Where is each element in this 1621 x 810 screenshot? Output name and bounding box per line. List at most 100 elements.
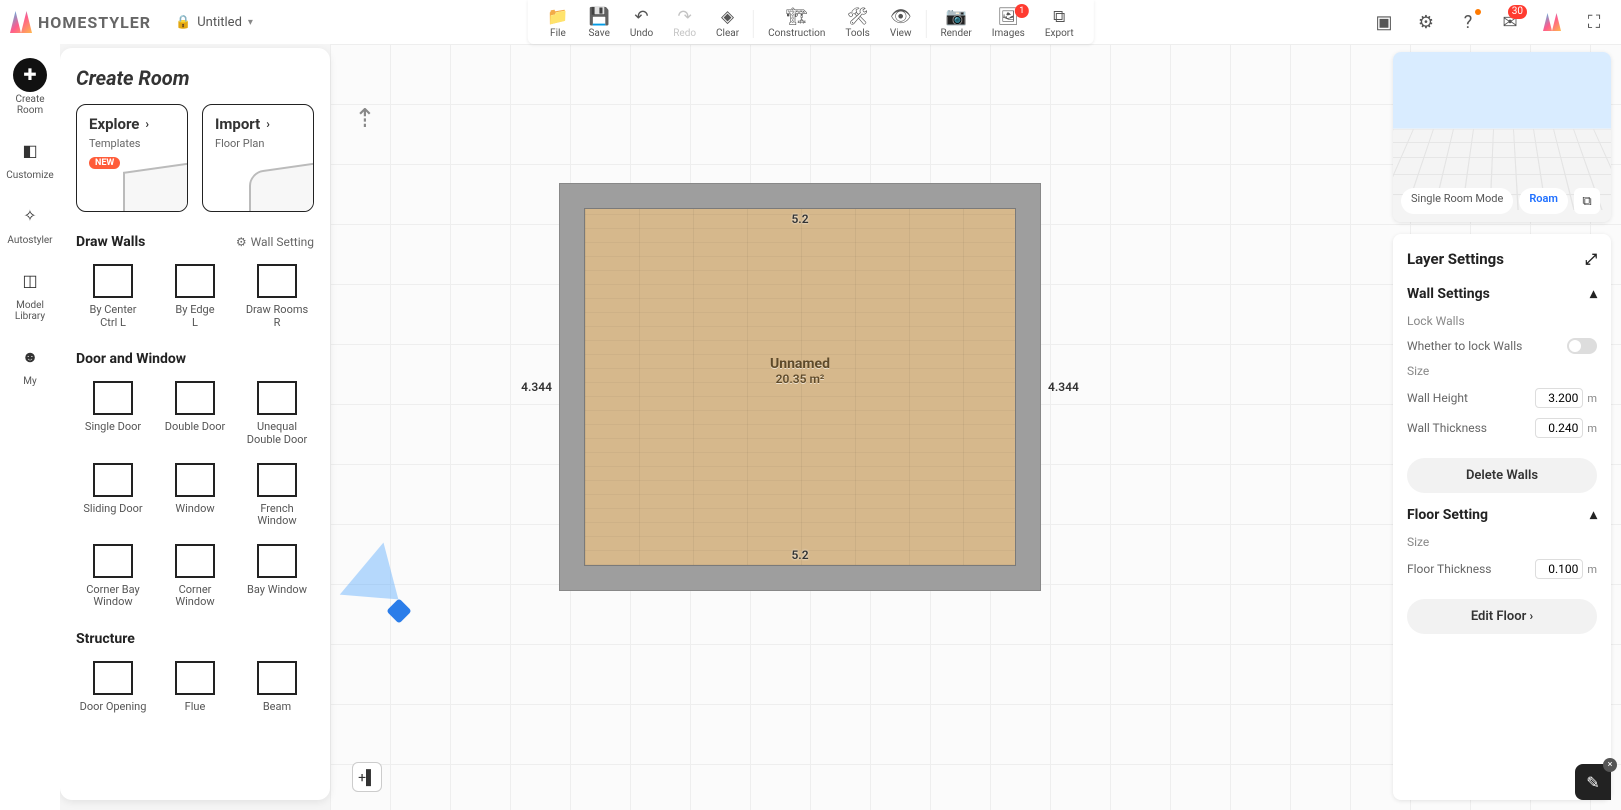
wall-tool-by-center[interactable]: By CenterCtrl L	[76, 260, 150, 333]
wall-thickness-input[interactable]	[1535, 418, 1583, 438]
door-tool-double-door[interactable]: Double Door	[158, 377, 232, 450]
badge: 1	[1015, 4, 1029, 18]
tool-save[interactable]: 💾Save	[578, 4, 619, 44]
chevron-right-icon: ›	[266, 117, 270, 131]
tool-shape-icon	[93, 544, 133, 578]
create-room-panel: Create Room Explore› Templates NEW Impor…	[60, 48, 330, 800]
wall-tool-draw-rooms[interactable]: Draw RoomsR	[240, 260, 314, 333]
lock-walls-toggle[interactable]	[1567, 338, 1597, 354]
chevron-right-icon: ›	[1530, 609, 1534, 623]
explore-templates-card[interactable]: Explore› Templates NEW	[76, 104, 188, 212]
door-tool-bay-window[interactable]: Bay Window	[240, 540, 314, 613]
door-tool-window[interactable]: Window	[158, 459, 232, 532]
rail-autostyler[interactable]: ✧Autostyler	[0, 193, 60, 252]
lock-walls-label: Lock Walls	[1407, 314, 1597, 328]
clear-icon: ◈	[721, 9, 734, 26]
settings-button[interactable]: ⚙	[1409, 5, 1443, 39]
preview-mode-single[interactable]: Single Room Mode	[1401, 188, 1513, 214]
tool-redo: ↷Redo	[663, 4, 706, 44]
rail-create-room[interactable]: ✚CreateRoom	[0, 52, 60, 122]
room-outline[interactable]: 5.2 5.2 4.344 4.344 Unnamed 20.35 m²	[560, 184, 1040, 590]
chevron-down-icon: ▾	[248, 17, 253, 28]
layers-button[interactable]: ▣	[1367, 5, 1401, 39]
tool-undo[interactable]: ↶Undo	[620, 4, 663, 44]
tool-clear[interactable]: ◈Clear	[706, 4, 749, 44]
palette-icon	[1543, 13, 1561, 31]
room-floor[interactable]	[584, 208, 1016, 566]
wall-settings-header[interactable]: Wall Settings▴	[1407, 286, 1597, 302]
expand-icon[interactable]: ⤢	[1585, 250, 1597, 268]
tool-tools[interactable]: 🛠Tools	[835, 4, 879, 44]
file-icon: 📁	[547, 9, 568, 26]
rail-my[interactable]: ☻My	[0, 334, 60, 393]
dim-top: 5.2	[791, 212, 808, 226]
door-tool-corner-window[interactable]: Corner Window	[158, 540, 232, 613]
gear-icon: ⚙	[236, 235, 247, 249]
my-icon: ☻	[13, 340, 47, 374]
feedback-fab[interactable]: ✎×	[1575, 764, 1611, 800]
struct-tool-flue[interactable]: Flue	[158, 657, 232, 718]
preview-popout-button[interactable]: ⧉	[1574, 188, 1600, 214]
add-floor-button[interactable]: +▌	[352, 762, 382, 792]
tool-shape-icon	[257, 661, 297, 695]
tool-construction[interactable]: 🏗Construction	[758, 4, 835, 44]
door-tool-sliding-door[interactable]: Sliding Door	[76, 459, 150, 532]
help-button[interactable]: ?	[1451, 5, 1485, 39]
struct-tool-door-opening[interactable]: Door Opening	[76, 657, 150, 718]
close-icon[interactable]: ×	[1603, 758, 1617, 772]
door-tool-corner-bay-window[interactable]: Corner Bay Window	[76, 540, 150, 613]
layer-settings-panel: Layer Settings⤢ Wall Settings▴ Lock Wall…	[1393, 234, 1611, 800]
tool-shape-icon	[175, 381, 215, 415]
section-structure: Structure	[76, 631, 135, 647]
preview-mode-roam[interactable]: Roam	[1519, 188, 1568, 214]
section-draw-walls: Draw Walls	[76, 234, 145, 250]
room-label[interactable]: Unnamed 20.35 m²	[770, 356, 830, 386]
tool-shape-icon	[175, 544, 215, 578]
tool-shape-icon	[175, 463, 215, 497]
wall-setting-link[interactable]: ⚙Wall Setting	[236, 235, 314, 249]
top-right-cluster: ▣ ⚙ ? ✉30 ⛶	[1367, 5, 1621, 39]
mail-badge: 30	[1508, 5, 1527, 19]
preview-3d[interactable]: Single Room Mode Roam ⧉	[1393, 52, 1611, 222]
appearance-button[interactable]	[1535, 5, 1569, 39]
door-tool-french-window[interactable]: French Window	[240, 459, 314, 532]
door-tool-unequal-double-door[interactable]: Unequal Double Door	[240, 377, 314, 450]
tool-images[interactable]: 🖼Images1	[982, 4, 1035, 44]
project-title-dropdown[interactable]: 🔒 Untitled ▾	[175, 15, 253, 30]
compass-icon: ⇡	[354, 104, 376, 134]
wall-tool-by-edge[interactable]: By EdgeL	[158, 260, 232, 333]
lock-icon: 🔒	[175, 15, 191, 30]
camera-widget[interactable]	[340, 554, 420, 634]
brand-block[interactable]: HOMESTYLER	[0, 11, 151, 33]
delete-walls-button[interactable]: Delete Walls	[1407, 458, 1597, 493]
create-room-icon: ✚	[13, 58, 47, 92]
rail-customize[interactable]: ◧Customize	[0, 128, 60, 187]
wall-height-input[interactable]	[1535, 388, 1583, 408]
notification-dot-icon	[1475, 9, 1481, 15]
inbox-button[interactable]: ✉30	[1493, 5, 1527, 39]
floor-setting-header[interactable]: Floor Setting▴	[1407, 507, 1597, 523]
tool-shape-icon	[257, 381, 297, 415]
tool-file[interactable]: 📁File	[537, 4, 578, 44]
tool-shape-icon	[175, 264, 215, 298]
tool-shape-icon	[93, 264, 133, 298]
struct-tool-beam[interactable]: Beam	[240, 657, 314, 718]
fullscreen-button[interactable]: ⛶	[1577, 5, 1611, 39]
rail-model-library[interactable]: ◫ModelLibrary	[0, 258, 60, 328]
top-bar: HOMESTYLER 🔒 Untitled ▾ 📁File💾Save↶Undo↷…	[0, 0, 1621, 44]
floor-thickness-input[interactable]	[1535, 559, 1583, 579]
tool-view[interactable]: 👁View	[880, 4, 922, 44]
edit-floor-button[interactable]: Edit Floor ›	[1407, 599, 1597, 634]
dim-right: 4.344	[1048, 380, 1079, 394]
tools-icon: 🛠	[847, 9, 869, 26]
panel-title: Create Room	[76, 66, 314, 90]
tool-shape-icon	[175, 661, 215, 695]
customize-icon: ◧	[13, 134, 47, 168]
tool-shape-icon	[93, 463, 133, 497]
tool-render[interactable]: 📷Render	[930, 4, 981, 44]
import-floorplan-card[interactable]: Import› Floor Plan	[202, 104, 314, 212]
tool-export[interactable]: ⧉Export	[1035, 4, 1084, 44]
tool-strip: 📁File💾Save↶Undo↷Redo◈Clear🏗Construction🛠…	[527, 0, 1093, 44]
card-thumb-icon	[249, 162, 314, 212]
door-tool-single-door[interactable]: Single Door	[76, 377, 150, 450]
